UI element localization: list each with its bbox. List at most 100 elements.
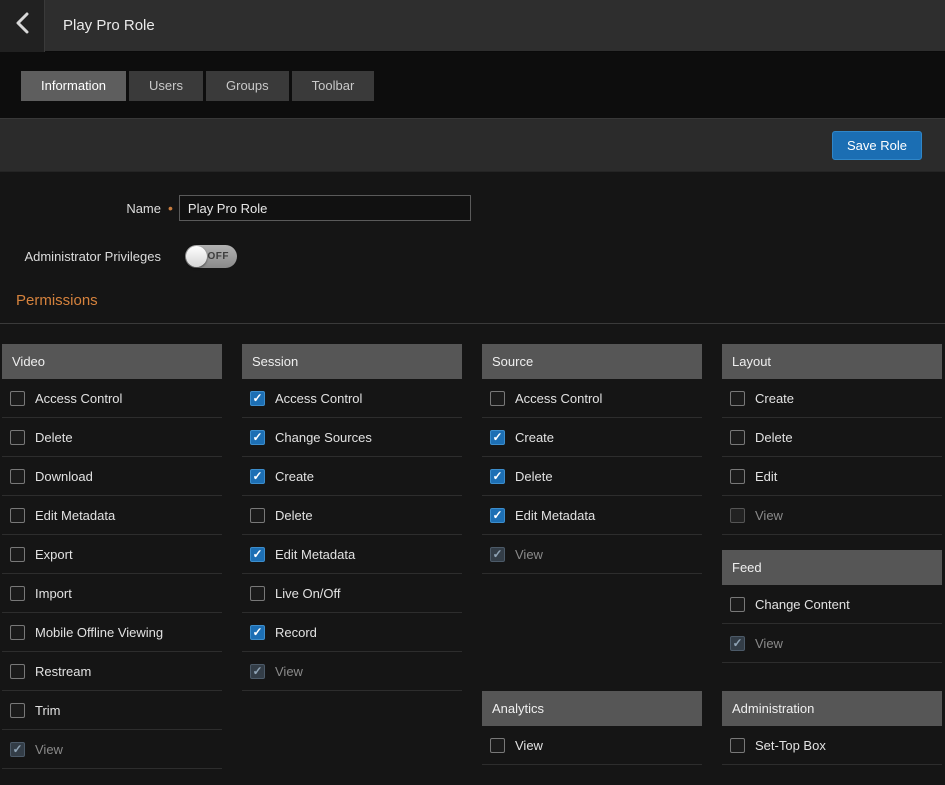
permission-label: Edit Metadata [275, 547, 355, 562]
permission-row-session-change-sources: Change Sources [242, 418, 462, 457]
checkbox-edit-metadata[interactable] [250, 547, 265, 562]
permission-row-video-view: View [2, 730, 222, 769]
permission-group-analytics: AnalyticsView [482, 691, 702, 765]
permission-row-video-import: Import [2, 574, 222, 613]
permissions-column: LayoutCreateDeleteEditViewFeedChange Con… [722, 344, 942, 775]
checkbox-edit-metadata[interactable] [10, 508, 25, 523]
permission-row-session-access-control: Access Control [242, 379, 462, 418]
permissions-column: Session Access Control Change Sources Creat… [242, 344, 462, 775]
permission-group-header: Video [2, 344, 222, 379]
permission-row-session-record: Record [242, 613, 462, 652]
checkbox-view [490, 547, 505, 562]
permission-row-session-edit-metadata: Edit Metadata [242, 535, 462, 574]
permission-label: Access Control [515, 391, 602, 406]
role-name-input[interactable] [179, 195, 471, 221]
permission-group-layout: Layout Create DeleteEdit View [722, 344, 942, 535]
permission-row-layout-create: Create [722, 379, 942, 418]
permission-row-video-access-control: Access Control [2, 379, 222, 418]
permission-group-feed: FeedChange ContentView [722, 550, 942, 663]
permission-row-video-trim: Trim [2, 691, 222, 730]
checkbox-download[interactable] [10, 469, 25, 484]
permission-group-header: Administration [722, 691, 942, 726]
permissions-title: Permissions [16, 292, 945, 309]
permission-group-administration: AdministrationSet-Top Box [722, 691, 942, 765]
permission-row-source-access-control: Access Control [482, 379, 702, 418]
permission-label: Create [755, 391, 794, 406]
tab-groups[interactable]: Groups [206, 71, 289, 101]
permission-row-video-export: Export [2, 535, 222, 574]
permission-label: View [515, 547, 543, 562]
permissions-column: VideoAccess ControlDeleteDownloadEdit Me… [2, 344, 222, 775]
tab-toolbar[interactable]: Toolbar [292, 71, 375, 101]
permission-row-layout-delete: Delete [722, 418, 942, 457]
checkbox-restream[interactable] [10, 664, 25, 679]
permission-label: Create [275, 469, 314, 484]
permission-row-video-download: Download [2, 457, 222, 496]
permission-group-header: Analytics [482, 691, 702, 726]
checkbox-delete[interactable] [490, 469, 505, 484]
toggle-knob [186, 246, 207, 267]
permission-row-video-edit-metadata: Edit Metadata [2, 496, 222, 535]
admin-privileges-toggle[interactable]: OFF [185, 245, 237, 268]
permissions-columns: VideoAccess ControlDeleteDownloadEdit Me… [0, 324, 945, 775]
checkbox-record[interactable] [250, 625, 265, 640]
tab-users[interactable]: Users [129, 71, 203, 101]
name-row: Name • [0, 195, 945, 221]
checkbox-change-content[interactable] [730, 597, 745, 612]
permission-row-source-create: Create [482, 418, 702, 457]
checkbox-delete[interactable] [10, 430, 25, 445]
app-header: Play Pro Role [0, 0, 945, 52]
permission-label: Mobile Offline Viewing [35, 625, 163, 640]
checkbox-view [730, 636, 745, 651]
checkbox-access-control[interactable] [10, 391, 25, 406]
permission-group-header: Layout [722, 344, 942, 379]
permission-label: View [35, 742, 63, 757]
permission-label: Change Content [755, 597, 850, 612]
tab-information[interactable]: Information [21, 71, 126, 101]
permission-row-analytics-view: View [482, 726, 702, 765]
checkbox-create[interactable] [730, 391, 745, 406]
permission-label: Edit Metadata [515, 508, 595, 523]
checkbox-delete[interactable] [730, 430, 745, 445]
checkbox-live-on-off[interactable] [250, 586, 265, 601]
checkbox-view[interactable] [490, 738, 505, 753]
checkbox-trim[interactable] [10, 703, 25, 718]
permission-label: Record [275, 625, 317, 640]
name-label: Name [0, 201, 161, 216]
permission-label: Trim [35, 703, 61, 718]
checkbox-view [10, 742, 25, 757]
permission-label: Live On/Off [275, 586, 341, 601]
permission-row-video-mobile-offline-viewing: Mobile Offline Viewing [2, 613, 222, 652]
permission-label: Restream [35, 664, 91, 679]
checkbox-import[interactable] [10, 586, 25, 601]
checkbox-export[interactable] [10, 547, 25, 562]
checkbox-access-control[interactable] [250, 391, 265, 406]
permission-row-session-delete: Delete [242, 496, 462, 535]
checkbox-view [730, 508, 745, 523]
checkbox-delete[interactable] [250, 508, 265, 523]
back-chevron-icon [16, 12, 29, 39]
action-bar: Save Role [0, 118, 945, 172]
checkbox-create[interactable] [490, 430, 505, 445]
permission-label: View [755, 636, 783, 651]
checkbox-change-sources[interactable] [250, 430, 265, 445]
permission-row-layout-edit: Edit [722, 457, 942, 496]
role-form: Name • Administrator Privileges OFF [0, 172, 945, 268]
permission-row-administration-set-top-box: Set-Top Box [722, 726, 942, 765]
checkbox-edit-metadata[interactable] [490, 508, 505, 523]
save-role-button[interactable]: Save Role [832, 131, 922, 160]
permission-label: View [755, 508, 783, 523]
permission-label: Download [35, 469, 93, 484]
back-button[interactable] [0, 0, 45, 52]
checkbox-access-control[interactable] [490, 391, 505, 406]
checkbox-mobile-offline-viewing[interactable] [10, 625, 25, 640]
checkbox-create[interactable] [250, 469, 265, 484]
permission-label: Delete [275, 508, 313, 523]
page-title: Play Pro Role [63, 17, 155, 34]
tabs: InformationUsersGroupsToolbar [21, 52, 945, 101]
permission-group-header: Session [242, 344, 462, 379]
checkbox-set-top-box[interactable] [730, 738, 745, 753]
checkbox-edit[interactable] [730, 469, 745, 484]
permission-label: Edit Metadata [35, 508, 115, 523]
permission-label: Access Control [275, 391, 362, 406]
